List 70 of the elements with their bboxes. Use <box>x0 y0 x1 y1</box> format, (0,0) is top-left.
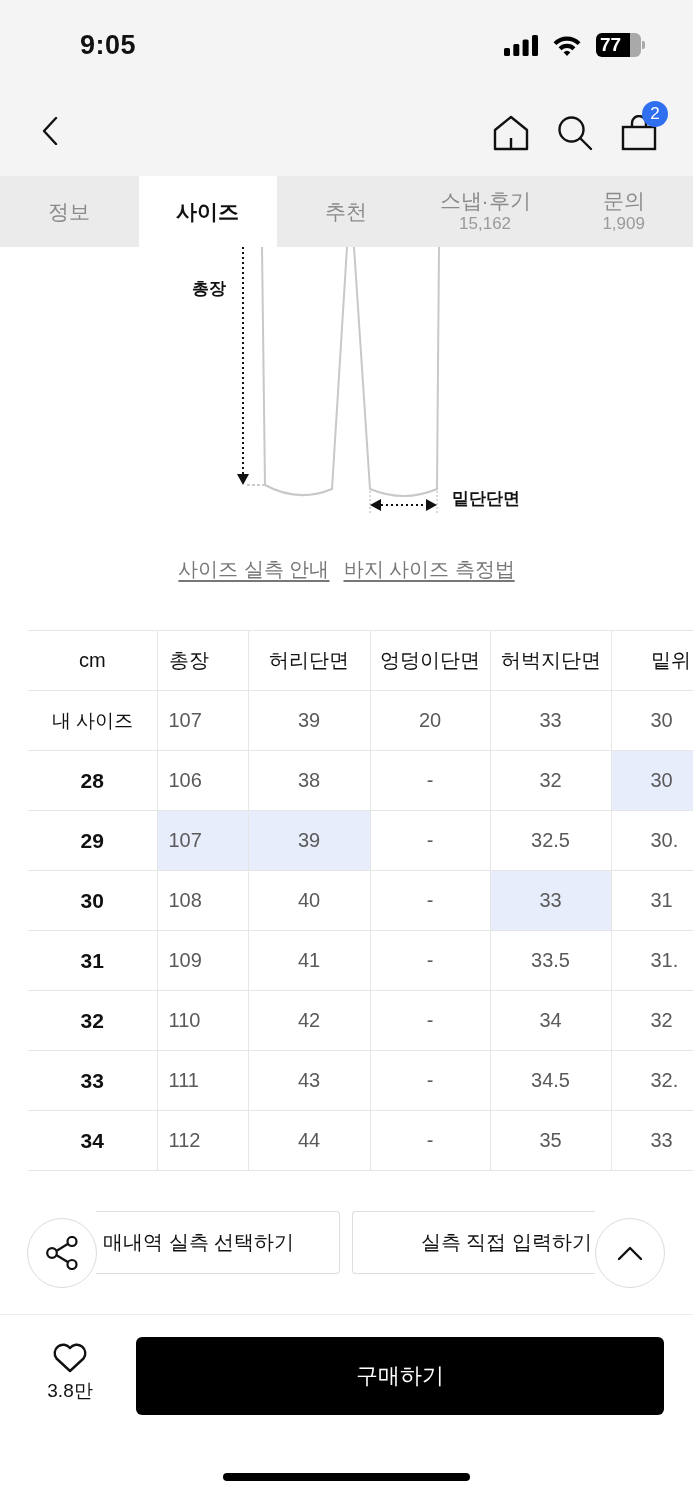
tab-count: 15,162 <box>459 214 512 235</box>
table-cell: 33.5 <box>490 930 611 991</box>
like-button[interactable]: 3.8만 <box>34 1337 106 1404</box>
table-cell: 33 <box>490 870 611 931</box>
table-cell: 107 <box>157 690 248 751</box>
row-header: 내 사이즈 <box>28 690 157 751</box>
length-label: 총장 <box>192 279 226 298</box>
cart-count-badge: 2 <box>642 101 668 127</box>
chevron-up-icon <box>617 1245 643 1261</box>
battery-indicator: 77 <box>596 33 645 57</box>
heart-icon <box>52 1343 88 1373</box>
table-cell: 39 <box>248 810 370 871</box>
column-header: 엉덩이단면 <box>370 630 490 691</box>
row-header: 31 <box>28 930 157 991</box>
back-icon[interactable] <box>42 117 58 145</box>
tab[interactable]: 사이즈 <box>138 176 278 247</box>
table-cell: 33 <box>490 690 611 751</box>
buy-button[interactable]: 구매하기 <box>136 1337 664 1415</box>
table-cell: 20 <box>370 690 490 751</box>
measurement-button[interactable]: 매내역 실측 선택하기 <box>96 1211 340 1274</box>
column-header: 밑위 <box>611 630 693 691</box>
table-cell: 39 <box>248 690 370 751</box>
table-cell: - <box>370 870 490 931</box>
table-cell: - <box>370 930 490 991</box>
table-cell: 34.5 <box>490 1050 611 1111</box>
table-cell: 109 <box>157 930 248 991</box>
search-icon[interactable] <box>557 115 593 151</box>
table-cell: - <box>370 1050 490 1111</box>
tab-count: 1,909 <box>602 214 645 235</box>
table-cell: 110 <box>157 990 248 1051</box>
row-header: 34 <box>28 1110 157 1171</box>
column-header: 허벅지단면 <box>490 630 611 691</box>
column-header: 총장 <box>157 630 248 691</box>
status-time: 9:05 <box>80 29 137 61</box>
row-header: 28 <box>28 750 157 811</box>
table-cell: 34 <box>490 990 611 1051</box>
table-cell: - <box>370 810 490 871</box>
text-link[interactable]: 바지 사이즈 측정법 <box>343 556 515 582</box>
home-icon[interactable] <box>493 115 529 151</box>
share-icon <box>46 1236 78 1270</box>
corner-header: cm <box>28 630 157 691</box>
signal-icon <box>504 34 538 56</box>
text-link[interactable]: 사이즈 실측 안내 <box>178 556 330 582</box>
table-cell: 112 <box>157 1110 248 1171</box>
table-cell: 107 <box>157 810 248 871</box>
table-cell: 43 <box>248 1050 370 1111</box>
column-header: 허리단면 <box>248 630 370 691</box>
table-cell: 32.5 <box>490 810 611 871</box>
table-cell: - <box>370 990 490 1051</box>
table-cell: 32 <box>490 750 611 811</box>
row-header: 33 <box>28 1050 157 1111</box>
table-cell: 35 <box>490 1110 611 1171</box>
table-cell: 41 <box>248 930 370 991</box>
hem-width-label: 밑단단면 <box>452 489 520 508</box>
table-cell: 40 <box>248 870 370 931</box>
table-cell: - <box>370 1110 490 1171</box>
table-cell: 30 <box>611 750 693 811</box>
measurement-button[interactable]: 실측 직접 입력하기 <box>352 1211 595 1274</box>
table-cell: 44 <box>248 1110 370 1171</box>
table-cell: 106 <box>157 750 248 811</box>
wifi-icon <box>552 34 582 56</box>
table-cell: 38 <box>248 750 370 811</box>
row-header: 29 <box>28 810 157 871</box>
table-cell: 108 <box>157 870 248 931</box>
row-header: 30 <box>28 870 157 931</box>
table-cell: - <box>370 750 490 811</box>
row-header: 32 <box>28 990 157 1051</box>
hem-width-arrow <box>369 490 438 514</box>
table-cell: 42 <box>248 990 370 1051</box>
table-cell: 111 <box>157 1050 248 1111</box>
